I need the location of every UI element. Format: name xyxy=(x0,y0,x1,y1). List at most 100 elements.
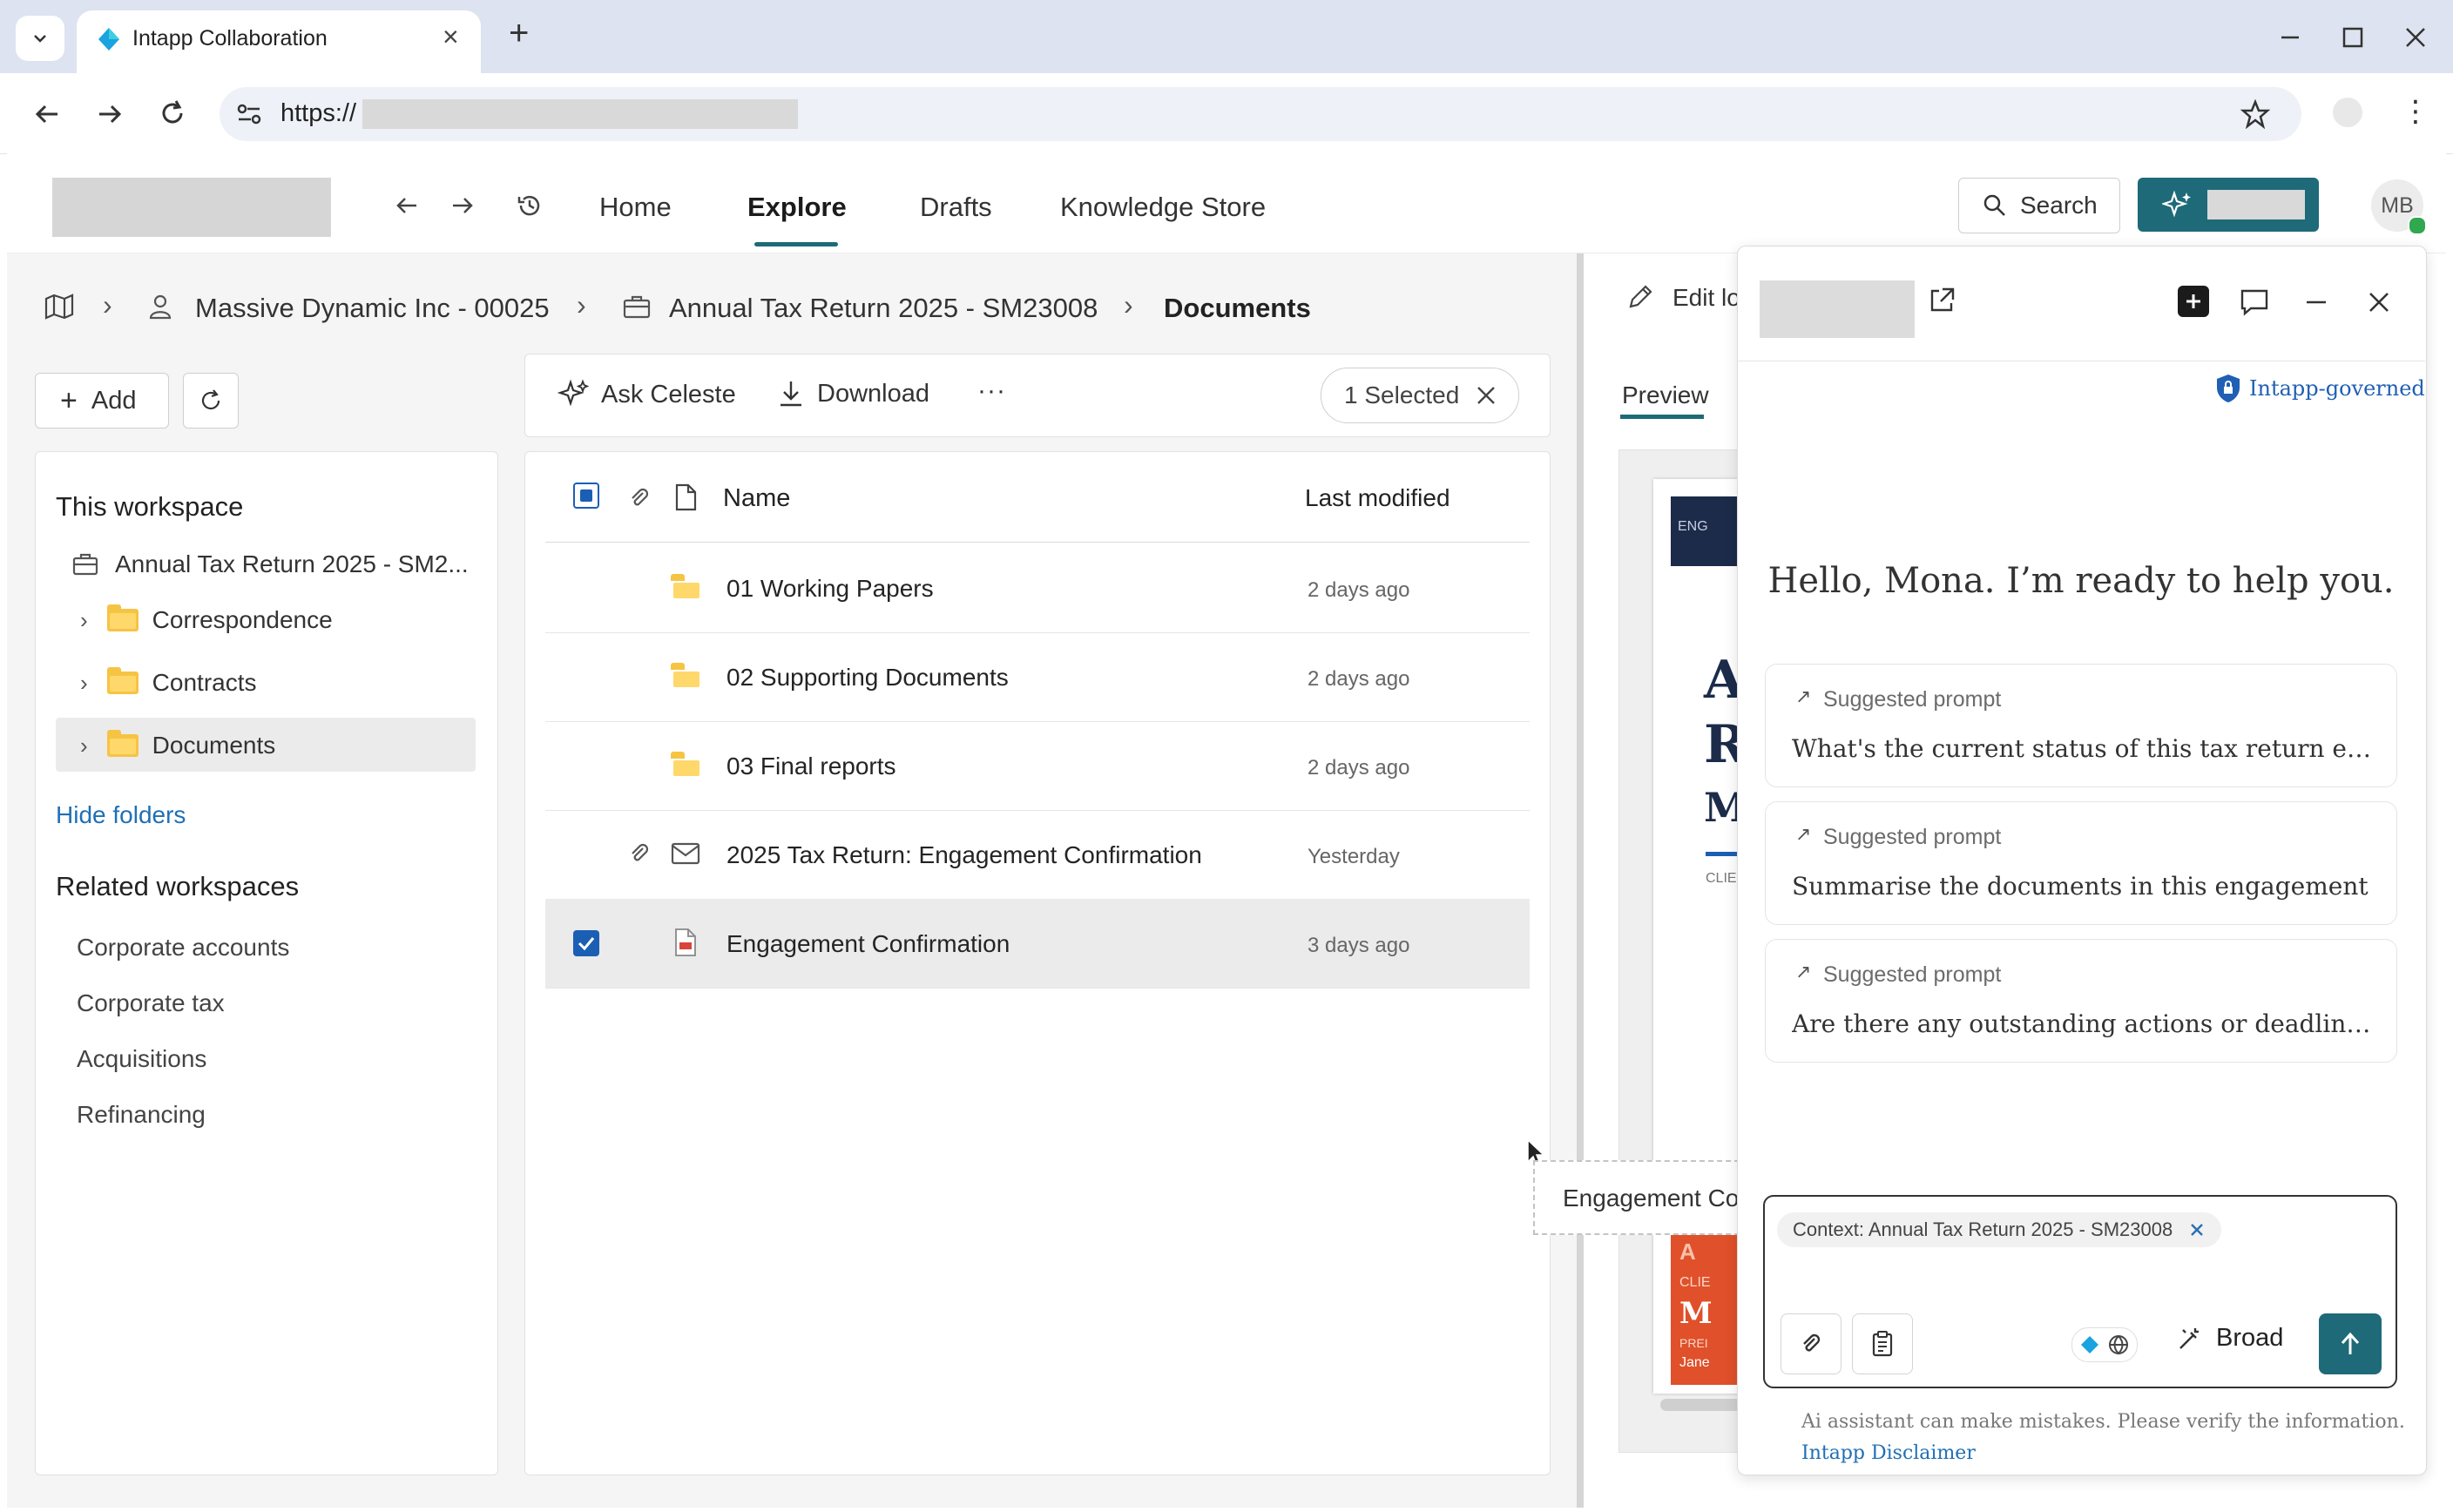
reload-icon[interactable] xyxy=(157,98,188,129)
nav-explore[interactable]: Explore xyxy=(747,192,847,223)
briefcase-icon xyxy=(623,295,651,319)
doc-small-text: CLIE xyxy=(1679,1275,1711,1290)
row-name: 2025 Tax Return: Engagement Confirmation xyxy=(726,841,1202,868)
nav-back-icon[interactable] xyxy=(392,192,422,219)
suggested-prompt-card[interactable]: ↗ Suggested prompt Summarise the documen… xyxy=(1765,801,2397,925)
workspace-tree-root[interactable]: Annual Tax Return 2025 - SM2... xyxy=(71,550,469,578)
table-header-row: Name Last modified xyxy=(545,455,1530,543)
more-options-button[interactable]: ··· xyxy=(977,376,1006,406)
assistant-toggle-button[interactable] xyxy=(2138,178,2319,232)
new-tab-button[interactable]: + xyxy=(509,14,529,53)
map-icon[interactable] xyxy=(44,293,75,321)
file-type-icon xyxy=(675,483,697,511)
new-chat-button[interactable] xyxy=(2178,286,2209,317)
intapp-logo-icon xyxy=(2081,1336,2098,1353)
bookmark-star-icon[interactable] xyxy=(2240,99,2270,129)
related-workspace-item[interactable]: Acquisitions xyxy=(77,1045,206,1073)
hide-folders-link[interactable]: Hide folders xyxy=(56,801,186,829)
folder-label: Contracts xyxy=(152,669,257,696)
table-row[interactable]: 01 Working Papers 2 days ago xyxy=(545,543,1530,633)
chat-composer[interactable]: Context: Annual Tax Return 2025 - SM2300… xyxy=(1763,1195,2397,1388)
edit-label[interactable]: Edit lo xyxy=(1672,284,1740,312)
context-chip: Context: Annual Tax Return 2025 - SM2300… xyxy=(1777,1212,2222,1247)
breadcrumb-current: Documents xyxy=(1164,293,1311,323)
table-row[interactable]: 03 Final reports 2 days ago xyxy=(545,721,1530,811)
intapp-logo-icon xyxy=(98,28,119,51)
remove-context-icon[interactable] xyxy=(2188,1221,2206,1239)
close-panel-icon[interactable] xyxy=(2364,287,2394,317)
row-checkbox[interactable] xyxy=(573,930,599,956)
suggested-prompt-card[interactable]: ↗ Suggested prompt What's the current st… xyxy=(1765,664,2397,787)
breadcrumb-engagement[interactable]: Annual Tax Return 2025 - SM23008 xyxy=(669,293,1098,324)
clear-selection-icon[interactable] xyxy=(1475,384,1497,407)
suggested-prompt-card[interactable]: ↗ Suggested prompt Are there any outstan… xyxy=(1765,939,2397,1063)
column-header-name[interactable]: Name xyxy=(723,484,790,513)
suggested-prompt-text: Summarise the documents in this engageme… xyxy=(1792,872,2369,901)
presence-status-badge xyxy=(2408,216,2427,235)
back-arrow-icon[interactable] xyxy=(31,99,63,129)
doc-tag: ENG xyxy=(1678,519,1708,534)
related-workspace-item[interactable]: Corporate accounts xyxy=(77,934,289,962)
minimize-panel-icon[interactable] xyxy=(2301,287,2331,317)
folder-label: Correspondence xyxy=(152,606,333,633)
table-row-selected[interactable]: Engagement Confirmation 3 days ago xyxy=(545,899,1530,989)
doc-small-text: CLIE xyxy=(1706,871,1737,886)
table-row[interactable]: 2025 Tax Return: Engagement Confirmation… xyxy=(545,810,1530,900)
column-header-last-modified[interactable]: Last modified xyxy=(1305,484,1450,512)
source-toggle[interactable] xyxy=(2071,1327,2138,1362)
browser-menu-icon[interactable]: ⋮ xyxy=(2401,94,2430,129)
chevron-right-icon[interactable]: › xyxy=(80,607,88,634)
mode-selector[interactable]: Broad xyxy=(2176,1324,2283,1353)
sparkle-icon xyxy=(558,379,590,407)
related-workspace-item[interactable]: Refinancing xyxy=(77,1101,206,1129)
refresh-button[interactable] xyxy=(183,373,239,429)
sidebar-item-documents[interactable]: › Documents xyxy=(80,730,275,759)
clipboard-icon xyxy=(1872,1331,1893,1357)
suggested-prompt-label: Suggested prompt xyxy=(1823,962,2002,987)
sidebar-item-contracts[interactable]: › Contracts xyxy=(80,667,257,697)
tab-search-button[interactable] xyxy=(16,16,64,61)
folder-icon xyxy=(106,604,139,631)
assistant-title-redacted xyxy=(1760,280,1915,338)
attach-file-button[interactable] xyxy=(1781,1313,1841,1374)
table-row[interactable]: 02 Supporting Documents 2 days ago xyxy=(545,632,1530,722)
assistant-name-redacted xyxy=(2207,190,2305,219)
search-button[interactable]: Search xyxy=(1958,178,2120,233)
minimize-window-icon[interactable] xyxy=(2277,24,2303,51)
doc-small-text: PREI xyxy=(1679,1336,1708,1350)
history-icon[interactable] xyxy=(514,190,545,221)
download-button[interactable]: Download xyxy=(777,378,929,409)
select-all-checkbox[interactable] xyxy=(573,483,599,509)
site-settings-icon[interactable] xyxy=(235,101,263,127)
disclaimer-link[interactable]: Intapp Disclaimer xyxy=(1801,1442,1976,1464)
maximize-window-icon[interactable] xyxy=(2340,24,2366,51)
chevron-right-icon[interactable]: › xyxy=(80,732,88,759)
browser-tab[interactable]: Intapp Collaboration × xyxy=(77,10,481,73)
folder-icon xyxy=(106,730,139,757)
pencil-icon[interactable] xyxy=(1625,282,1655,312)
sidebar-item-correspondence[interactable]: › Correspondence xyxy=(80,604,333,634)
nav-knowledge-store[interactable]: Knowledge Store xyxy=(1060,192,1266,223)
breadcrumb-client[interactable]: Massive Dynamic Inc - 00025 xyxy=(195,293,550,324)
preview-scrollbar[interactable] xyxy=(1660,1399,1749,1411)
doc-small-text: Jane xyxy=(1679,1355,1710,1370)
selection-chip[interactable]: 1 Selected xyxy=(1321,368,1519,423)
address-bar[interactable]: https:// xyxy=(220,87,2301,141)
chat-history-icon[interactable] xyxy=(2239,287,2270,317)
nav-home[interactable]: Home xyxy=(599,192,672,223)
ask-celeste-button[interactable]: Ask Celeste xyxy=(558,378,736,411)
send-button[interactable] xyxy=(2319,1313,2382,1374)
prompt-library-button[interactable] xyxy=(1852,1313,1913,1374)
tab-preview[interactable]: Preview xyxy=(1622,381,1709,409)
nav-forward-icon[interactable] xyxy=(448,192,477,219)
forward-arrow-icon[interactable] xyxy=(94,99,125,129)
add-button[interactable]: + Add xyxy=(35,373,169,429)
chevron-right-icon[interactable]: › xyxy=(80,670,88,697)
close-window-icon[interactable] xyxy=(2402,24,2429,51)
close-tab-icon[interactable]: × xyxy=(443,21,459,53)
open-external-icon[interactable] xyxy=(1927,286,1956,315)
related-workspace-item[interactable]: Corporate tax xyxy=(77,989,225,1017)
pane-splitter[interactable] xyxy=(1577,253,1584,1508)
profile-icon[interactable] xyxy=(2333,98,2362,127)
nav-drafts[interactable]: Drafts xyxy=(920,192,992,223)
